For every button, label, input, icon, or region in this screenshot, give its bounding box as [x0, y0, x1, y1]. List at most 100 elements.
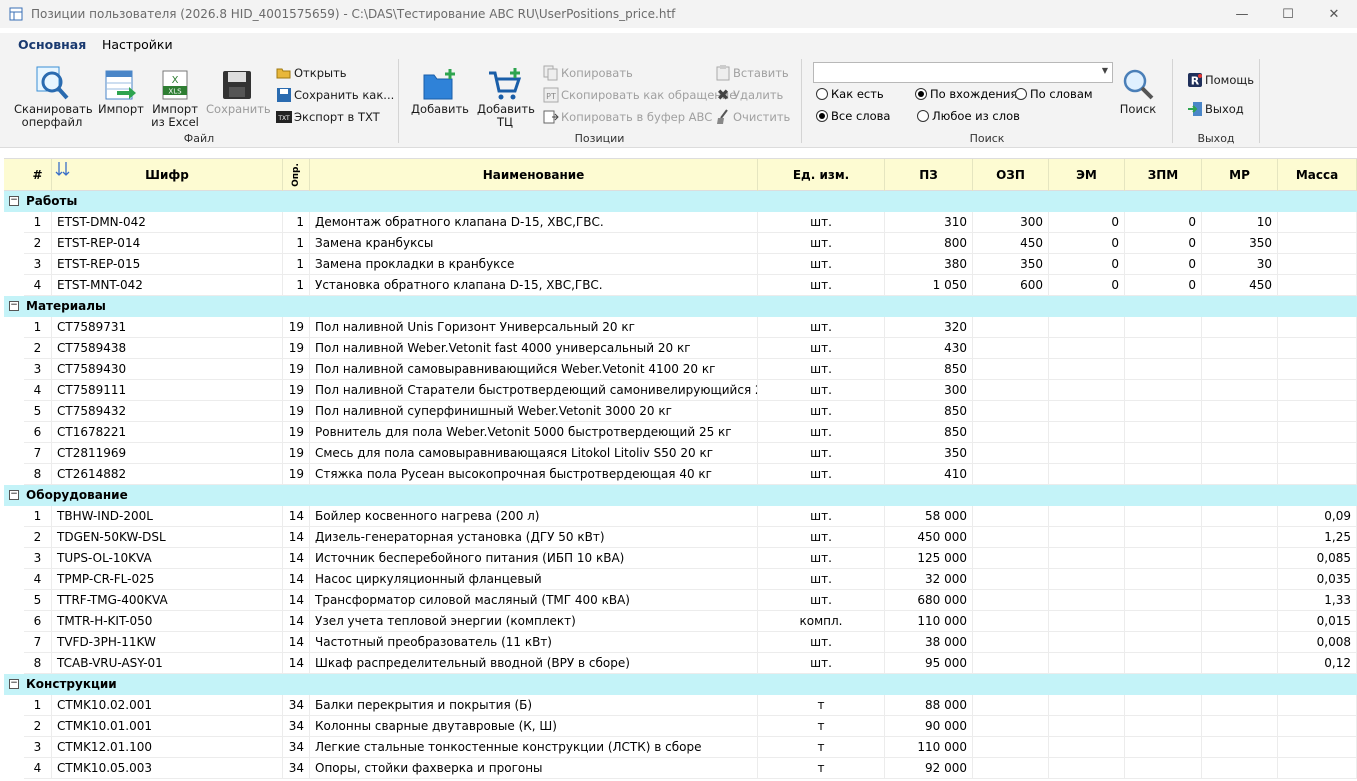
- radio-all-words[interactable]: Все слова: [816, 109, 890, 123]
- table-row[interactable]: 1 CT7589731 19 Пол наливной Unis Горизонт У…: [4, 317, 1357, 338]
- cell-em[interactable]: [1049, 611, 1125, 632]
- cell-ozp[interactable]: [973, 527, 1049, 548]
- help-button[interactable]: R Помощь: [1187, 72, 1254, 88]
- cell-em[interactable]: [1049, 590, 1125, 611]
- cell-unit[interactable]: шт.: [758, 632, 885, 653]
- import-excel-button[interactable]: XLS X Импорт из Excel: [148, 61, 202, 129]
- cell-unit[interactable]: т: [758, 737, 885, 758]
- cell-mass[interactable]: [1278, 254, 1357, 275]
- cell-code[interactable]: CT7589430: [52, 359, 283, 380]
- cell-mr[interactable]: 10: [1202, 212, 1278, 233]
- table-row[interactable]: 3 ETST-REP-015 1 Замена прокладки в кранбук…: [4, 254, 1357, 275]
- cell-pz[interactable]: 125 000: [885, 548, 973, 569]
- cell-ozp[interactable]: [973, 317, 1049, 338]
- cell-mass[interactable]: [1278, 275, 1357, 296]
- cell-opr[interactable]: 34: [283, 758, 310, 779]
- cell-opr[interactable]: 14: [283, 632, 310, 653]
- table-row[interactable]: 8 CT2614882 19 Стяжка пола Русеан высокопро…: [4, 464, 1357, 485]
- cell-ozp[interactable]: [973, 464, 1049, 485]
- cell-mass[interactable]: 0,085: [1278, 548, 1357, 569]
- cell-opr[interactable]: 19: [283, 401, 310, 422]
- cell-pz[interactable]: 680 000: [885, 590, 973, 611]
- cell-pz[interactable]: 380: [885, 254, 973, 275]
- cell-mass[interactable]: 0,09: [1278, 506, 1357, 527]
- cell-opr[interactable]: 14: [283, 506, 310, 527]
- cell-name[interactable]: Колонны сварные двутавровые (К, Ш): [310, 716, 758, 737]
- cell-code[interactable]: CTMK10.05.003: [52, 758, 283, 779]
- cell-code[interactable]: CT1678221: [52, 422, 283, 443]
- cell-mass[interactable]: [1278, 338, 1357, 359]
- cell-zpm[interactable]: [1125, 695, 1202, 716]
- cell-unit[interactable]: шт.: [758, 653, 885, 674]
- cell-em[interactable]: [1049, 506, 1125, 527]
- cell-pz[interactable]: 1 050: [885, 275, 973, 296]
- cell-code[interactable]: TCAB-VRU-ASY-01: [52, 653, 283, 674]
- radio-as-is[interactable]: Как есть: [816, 87, 884, 101]
- cell-mr[interactable]: 30: [1202, 254, 1278, 275]
- cell-name[interactable]: Дизель-генераторная установка (ДГУ 50 кВ…: [310, 527, 758, 548]
- cell-num[interactable]: 7: [24, 632, 52, 653]
- cell-name[interactable]: Пол наливной Старатели быстротвердеющий …: [310, 380, 758, 401]
- cell-unit[interactable]: шт.: [758, 254, 885, 275]
- cell-ozp[interactable]: 600: [973, 275, 1049, 296]
- table-row[interactable]: 8 TCAB-VRU-ASY-01 14 Шкаф распределительный…: [4, 653, 1357, 674]
- cell-ozp[interactable]: [973, 338, 1049, 359]
- minimize-button[interactable]: —: [1219, 0, 1265, 28]
- cell-name[interactable]: Трансформатор силовой масляный (ТМГ 400 …: [310, 590, 758, 611]
- col-header-name[interactable]: Наименование: [310, 159, 758, 191]
- cell-num[interactable]: 1: [24, 506, 52, 527]
- maximize-button[interactable]: ☐: [1265, 0, 1311, 28]
- cell-em[interactable]: [1049, 338, 1125, 359]
- cell-opr[interactable]: 14: [283, 569, 310, 590]
- cell-code[interactable]: CTMK10.01.001: [52, 716, 283, 737]
- cell-mr[interactable]: [1202, 590, 1278, 611]
- cell-code[interactable]: ETST-MNT-042: [52, 275, 283, 296]
- cell-opr[interactable]: 14: [283, 611, 310, 632]
- table-row[interactable]: 3 CT7589430 19 Пол наливной самовыравнивающ…: [4, 359, 1357, 380]
- cell-num[interactable]: 6: [24, 422, 52, 443]
- cell-mass[interactable]: [1278, 422, 1357, 443]
- cell-zpm[interactable]: 0: [1125, 233, 1202, 254]
- cell-name[interactable]: Стяжка пола Русеан высокопрочная быстрот…: [310, 464, 758, 485]
- cell-opr[interactable]: 34: [283, 695, 310, 716]
- cell-name[interactable]: Пол наливной самовыравнивающийся Weber.V…: [310, 359, 758, 380]
- cell-ozp[interactable]: 450: [973, 233, 1049, 254]
- tab-main[interactable]: Основная: [18, 37, 87, 57]
- cell-mass[interactable]: [1278, 233, 1357, 254]
- cell-em[interactable]: [1049, 716, 1125, 737]
- cell-zpm[interactable]: [1125, 506, 1202, 527]
- group-row[interactable]: − Оборудование: [4, 485, 1357, 506]
- collapse-icon[interactable]: −: [9, 196, 19, 206]
- cell-mr[interactable]: [1202, 569, 1278, 590]
- add-button[interactable]: Добавить: [411, 61, 469, 116]
- cell-name[interactable]: Демонтаж обратного клапана D-15, ХВС,ГВС…: [310, 212, 758, 233]
- cell-num[interactable]: 4: [24, 380, 52, 401]
- cell-unit[interactable]: шт.: [758, 359, 885, 380]
- cell-ozp[interactable]: [973, 737, 1049, 758]
- cell-num[interactable]: 3: [24, 548, 52, 569]
- cell-ozp[interactable]: [973, 380, 1049, 401]
- cell-name[interactable]: Насос циркуляционный фланцевый: [310, 569, 758, 590]
- table-row[interactable]: 4 TPMP-CR-FL-025 14 Насос циркуляционный фл…: [4, 569, 1357, 590]
- cell-name[interactable]: Легкие стальные тонкостенные конструкции…: [310, 737, 758, 758]
- cell-mr[interactable]: [1202, 632, 1278, 653]
- cell-unit[interactable]: шт.: [758, 317, 885, 338]
- cell-mr[interactable]: [1202, 422, 1278, 443]
- cell-ozp[interactable]: [973, 422, 1049, 443]
- cell-zpm[interactable]: [1125, 443, 1202, 464]
- cell-name[interactable]: Источник бесперебойного питания (ИБП 10 …: [310, 548, 758, 569]
- cell-mr[interactable]: [1202, 548, 1278, 569]
- cell-mass[interactable]: [1278, 401, 1357, 422]
- cell-num[interactable]: 2: [24, 233, 52, 254]
- cell-ozp[interactable]: [973, 506, 1049, 527]
- cell-unit[interactable]: шт.: [758, 401, 885, 422]
- cell-code[interactable]: ETST-REP-015: [52, 254, 283, 275]
- cell-ozp[interactable]: [973, 590, 1049, 611]
- cell-ozp[interactable]: [973, 653, 1049, 674]
- cell-ozp[interactable]: [973, 611, 1049, 632]
- cell-num[interactable]: 2: [24, 527, 52, 548]
- cell-unit[interactable]: компл.: [758, 611, 885, 632]
- cell-num[interactable]: 2: [24, 716, 52, 737]
- cell-code[interactable]: TBHW-IND-200L: [52, 506, 283, 527]
- cell-ozp[interactable]: [973, 359, 1049, 380]
